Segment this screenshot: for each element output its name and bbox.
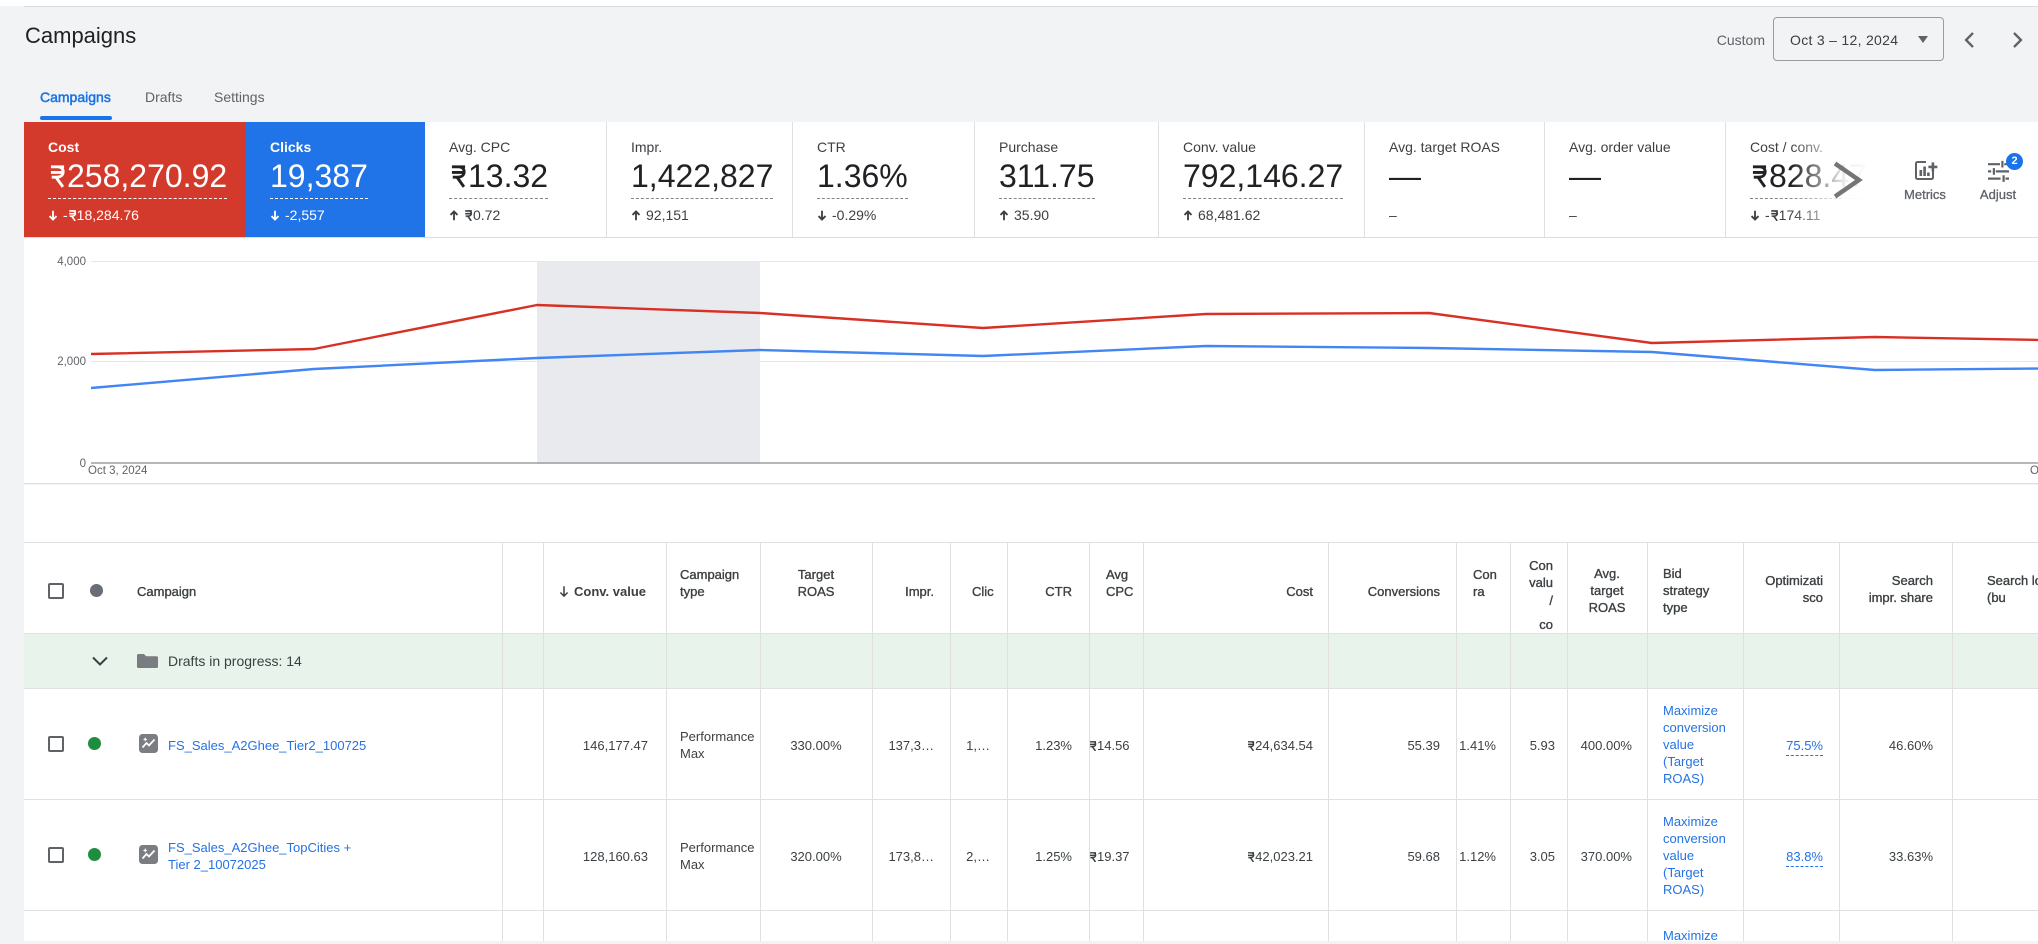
svg-text:4,000: 4,000	[57, 256, 86, 268]
svg-text:0: 0	[80, 458, 86, 470]
svg-text:Oct 12, 2024: Oct 12, 2024	[2030, 465, 2038, 477]
svg-text:2,000: 2,000	[57, 356, 86, 368]
svg-text:Oct 3, 2024: Oct 3, 2024	[88, 465, 148, 477]
